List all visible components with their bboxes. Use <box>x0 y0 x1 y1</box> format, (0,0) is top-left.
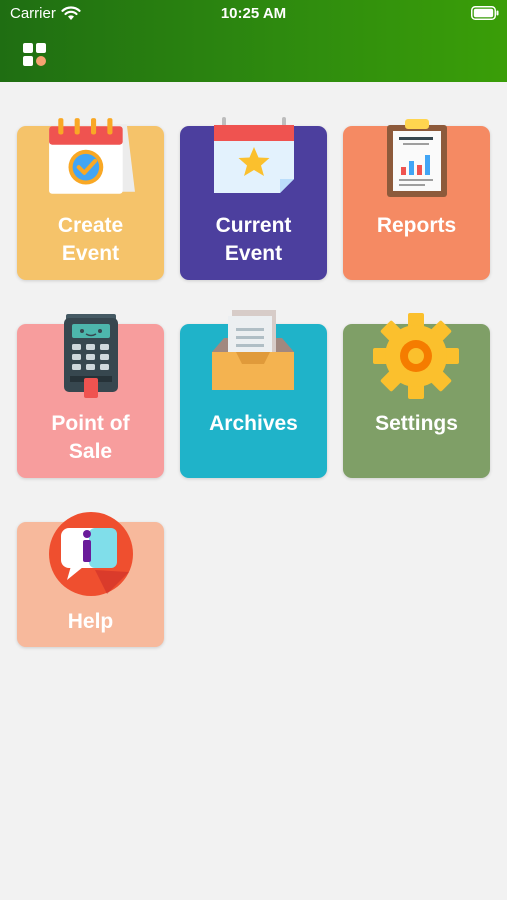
status-bar: Carrier 10:25 AM <box>0 0 507 28</box>
create-event-tile[interactable]: Create Event <box>17 118 164 280</box>
calendar-star-icon <box>214 117 294 193</box>
card-terminal-icon <box>64 314 118 398</box>
settings-tile[interactable]: Settings <box>343 313 490 478</box>
gear-icon <box>373 313 459 399</box>
archive-box-icon <box>212 310 294 390</box>
battery-icon <box>471 6 499 20</box>
dashboard-menu-icon[interactable] <box>22 42 48 68</box>
current-event-label: Current Event <box>215 214 292 265</box>
point-of-sale-label: Point of Sale <box>51 412 130 463</box>
info-bubble-icon <box>49 512 133 596</box>
help-tile[interactable]: Help <box>17 512 164 647</box>
reports-label: Reports <box>376 214 457 237</box>
calendar-check-icon <box>49 118 135 194</box>
reports-tile[interactable]: Reports <box>343 119 490 280</box>
status-time: 10:25 AM <box>220 5 287 22</box>
create-event-label: Create Event <box>57 214 124 265</box>
help-label: Help <box>67 610 114 633</box>
app-header: Carrier 10:25 AM <box>0 0 507 82</box>
current-event-tile[interactable]: Current Event <box>180 117 327 280</box>
point-of-sale-tile[interactable]: Point of Sale <box>17 314 164 478</box>
settings-label: Settings <box>375 412 458 435</box>
clipboard-chart-icon <box>387 119 447 197</box>
archives-tile[interactable]: Archives <box>180 310 327 478</box>
archives-label: Archives <box>209 412 298 435</box>
